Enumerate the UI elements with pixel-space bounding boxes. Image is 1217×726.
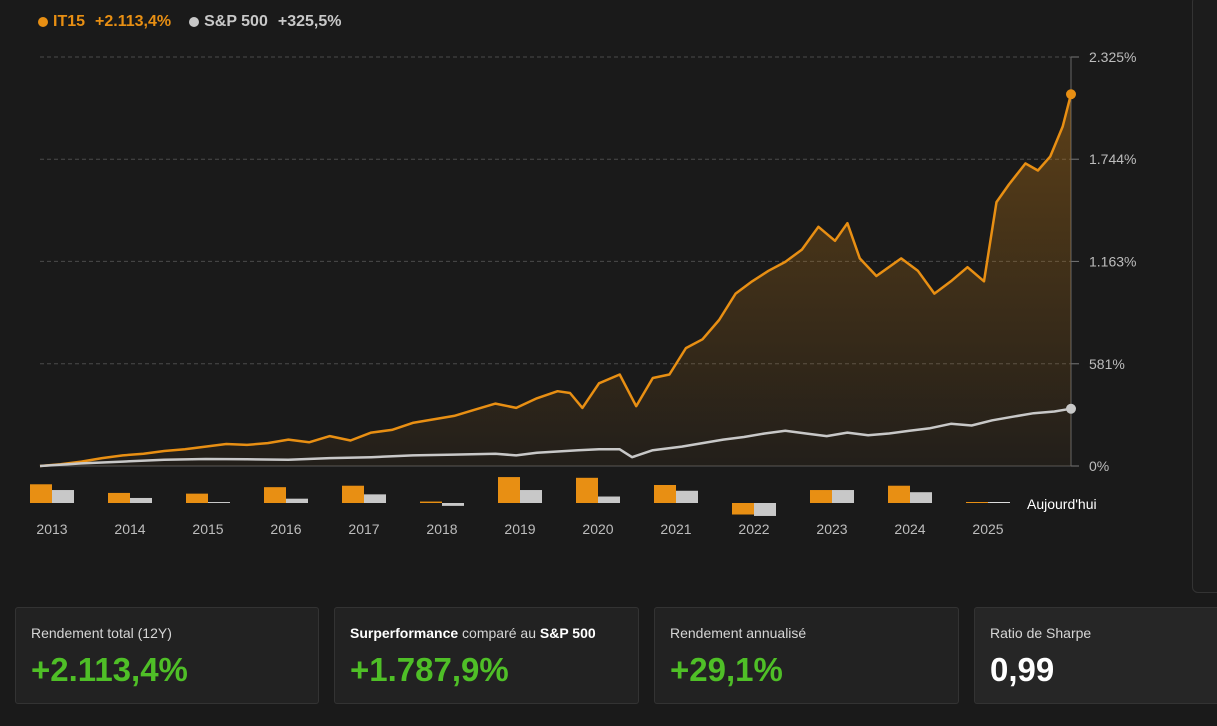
card-total-return: Rendement total (12Y) +2.113,4% xyxy=(15,607,319,704)
year-label: 2018 xyxy=(426,521,457,537)
annual-bar-sp500 xyxy=(364,494,386,503)
card-value: 0,99 xyxy=(990,651,1055,688)
card-sharpe-ratio: Ratio de Sharpe 0,99 xyxy=(974,607,1217,704)
year-label: 2015 xyxy=(192,521,223,537)
year-label: 2016 xyxy=(270,521,301,537)
year-label: 2014 xyxy=(114,521,145,537)
annual-bar-it15 xyxy=(810,490,832,503)
year-label: 2021 xyxy=(660,521,691,537)
year-label: 2022 xyxy=(738,521,769,537)
annual-bar-it15 xyxy=(966,502,988,503)
annual-bar-sp500 xyxy=(130,497,152,503)
annual-bar-it15 xyxy=(108,492,130,503)
annual-bar-it15 xyxy=(654,485,676,503)
side-panel xyxy=(1192,0,1217,593)
year-label: 2013 xyxy=(36,521,67,537)
annual-bar-sp500 xyxy=(520,490,542,503)
card-value: +29,1% xyxy=(670,651,783,688)
y-tick-label: 0% xyxy=(1089,458,1109,474)
annual-bar-it15 xyxy=(498,477,520,503)
card-value: +2.113,4% xyxy=(31,651,188,688)
annual-bar-it15 xyxy=(264,487,286,503)
year-label: 2020 xyxy=(582,521,613,537)
card-outperformance: Surperformance comparé au S&P 500 +1.787… xyxy=(334,607,639,704)
annual-bar-it15 xyxy=(576,477,598,503)
card-label-text: Rendement total (12Y) xyxy=(31,625,172,641)
annual-bar-it15 xyxy=(186,493,208,503)
y-tick-label: 1.744% xyxy=(1089,151,1136,167)
year-label: 2024 xyxy=(894,521,925,537)
card-label: Surperformance comparé au S&P 500 xyxy=(350,625,596,641)
card-label-text: Rendement annualisé xyxy=(670,625,807,641)
year-label: 2019 xyxy=(504,521,535,537)
annual-bar-it15 xyxy=(342,485,364,503)
year-label: 2023 xyxy=(816,521,847,537)
annual-bar-sp500 xyxy=(676,490,698,503)
annual-bar-it15 xyxy=(888,485,910,503)
annual-bar-sp500 xyxy=(910,492,932,503)
annual-bar-it15 xyxy=(732,503,754,515)
annual-bar-sp500 xyxy=(442,503,464,506)
sp500-end-point xyxy=(1066,403,1076,414)
card-label: Ratio de Sharpe xyxy=(990,625,1091,641)
annual-bar-sp500 xyxy=(754,503,776,516)
card-value: +1.787,9% xyxy=(350,651,509,688)
card-label-text: comparé au xyxy=(458,625,540,641)
card-label: Rendement total (12Y) xyxy=(31,625,172,641)
performance-chart: 2.325% 1.744% 1.163% 581% 0% 2013 2014 2015 201… xyxy=(30,49,1136,537)
year-label: 2025 xyxy=(972,521,1003,537)
year-label: 2017 xyxy=(348,521,379,537)
it15-area-fill xyxy=(40,94,1071,466)
annual-bar-sp500 xyxy=(52,490,74,503)
y-tick-label: 1.163% xyxy=(1089,253,1136,269)
card-label-text: Ratio de Sharpe xyxy=(990,625,1092,641)
annual-bar-it15 xyxy=(30,484,52,503)
it15-end-point xyxy=(1066,89,1076,100)
today-label: Aujourd'hui xyxy=(1027,496,1097,512)
annual-bar-sp500 xyxy=(598,496,620,503)
annual-bar-sp500 xyxy=(832,490,854,503)
annual-bar-it15 xyxy=(420,501,442,503)
y-tick-label: 2.325% xyxy=(1089,49,1136,65)
y-tick-label: 581% xyxy=(1089,356,1125,372)
card-label-strong: Surperformance xyxy=(350,625,459,641)
annual-bar-sp500 xyxy=(208,502,230,503)
annual-bar-sp500 xyxy=(286,498,308,503)
card-annualized-return: Rendement annualisé +29,1% xyxy=(654,607,959,704)
card-label: Rendement annualisé xyxy=(670,625,806,641)
card-label-strong: S&P 500 xyxy=(539,625,596,641)
